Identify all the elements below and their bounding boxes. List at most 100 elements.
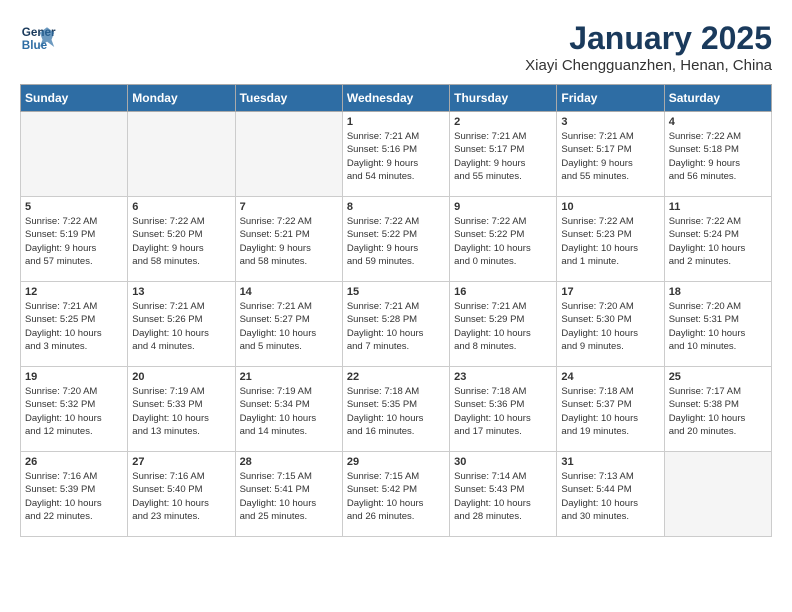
- day-info: Sunrise: 7:22 AM Sunset: 5:18 PM Dayligh…: [669, 130, 767, 183]
- calendar-day-cell: 24 Sunrise: 7:18 AM Sunset: 5:37 PM Dayli…: [557, 367, 664, 452]
- day-info: Sunrise: 7:20 AM Sunset: 5:30 PM Dayligh…: [561, 300, 659, 353]
- day-info: Sunrise: 7:22 AM Sunset: 5:22 PM Dayligh…: [347, 215, 445, 268]
- day-info: Sunrise: 7:21 AM Sunset: 5:28 PM Dayligh…: [347, 300, 445, 353]
- day-number: 25: [669, 371, 767, 383]
- calendar-day-cell: 28 Sunrise: 7:15 AM Sunset: 5:41 PM Dayli…: [235, 452, 342, 537]
- day-number: 13: [132, 286, 230, 298]
- day-info: Sunrise: 7:14 AM Sunset: 5:43 PM Dayligh…: [454, 470, 552, 523]
- day-number: 15: [347, 286, 445, 298]
- calendar-day-cell: 17 Sunrise: 7:20 AM Sunset: 5:30 PM Dayli…: [557, 282, 664, 367]
- calendar-day-cell: 29 Sunrise: 7:15 AM Sunset: 5:42 PM Dayli…: [342, 452, 449, 537]
- calendar-day-cell: [128, 112, 235, 197]
- calendar-table: SundayMondayTuesdayWednesdayThursdayFrid…: [20, 84, 772, 537]
- day-info: Sunrise: 7:21 AM Sunset: 5:16 PM Dayligh…: [347, 130, 445, 183]
- calendar-day-cell: 16 Sunrise: 7:21 AM Sunset: 5:29 PM Dayli…: [450, 282, 557, 367]
- day-number: 4: [669, 116, 767, 128]
- logo-icon: General Blue: [20, 20, 56, 56]
- calendar-day-cell: 18Sunrise: 7:20 AM Sunset: 5:31 PM Dayli…: [664, 282, 771, 367]
- calendar-day-cell: 15 Sunrise: 7:21 AM Sunset: 5:28 PM Dayli…: [342, 282, 449, 367]
- day-number: 22: [347, 371, 445, 383]
- day-info: Sunrise: 7:22 AM Sunset: 5:21 PM Dayligh…: [240, 215, 338, 268]
- day-number: 14: [240, 286, 338, 298]
- day-number: 1: [347, 116, 445, 128]
- day-info: Sunrise: 7:18 AM Sunset: 5:36 PM Dayligh…: [454, 385, 552, 438]
- day-number: 17: [561, 286, 659, 298]
- weekday-header-cell: Wednesday: [342, 85, 449, 112]
- calendar-week-row: 19 Sunrise: 7:20 AM Sunset: 5:32 PM Dayli…: [21, 367, 772, 452]
- day-info: Sunrise: 7:22 AM Sunset: 5:20 PM Dayligh…: [132, 215, 230, 268]
- day-info: Sunrise: 7:20 AM Sunset: 5:32 PM Dayligh…: [25, 385, 123, 438]
- day-info: Sunrise: 7:19 AM Sunset: 5:34 PM Dayligh…: [240, 385, 338, 438]
- calendar-day-cell: 26 Sunrise: 7:16 AM Sunset: 5:39 PM Dayli…: [21, 452, 128, 537]
- calendar-day-cell: 21Sunrise: 7:19 AM Sunset: 5:34 PM Dayli…: [235, 367, 342, 452]
- weekday-header-cell: Tuesday: [235, 85, 342, 112]
- weekday-header-cell: Monday: [128, 85, 235, 112]
- day-info: Sunrise: 7:15 AM Sunset: 5:42 PM Dayligh…: [347, 470, 445, 523]
- day-info: Sunrise: 7:21 AM Sunset: 5:26 PM Dayligh…: [132, 300, 230, 353]
- calendar-day-cell: [235, 112, 342, 197]
- day-number: 30: [454, 456, 552, 468]
- title-block: January 2025 Xiayi Chengguanzhen, Henan,…: [525, 20, 772, 74]
- calendar-day-cell: 3Sunrise: 7:21 AM Sunset: 5:17 PM Daylig…: [557, 112, 664, 197]
- day-number: 29: [347, 456, 445, 468]
- weekday-header-cell: Thursday: [450, 85, 557, 112]
- calendar-day-cell: 30 Sunrise: 7:14 AM Sunset: 5:43 PM Dayli…: [450, 452, 557, 537]
- weekday-header-cell: Friday: [557, 85, 664, 112]
- calendar-week-row: 12Sunrise: 7:21 AM Sunset: 5:25 PM Dayli…: [21, 282, 772, 367]
- day-number: 28: [240, 456, 338, 468]
- day-number: 24: [561, 371, 659, 383]
- day-info: Sunrise: 7:16 AM Sunset: 5:39 PM Dayligh…: [25, 470, 123, 523]
- day-number: 23: [454, 371, 552, 383]
- calendar-day-cell: 9 Sunrise: 7:22 AM Sunset: 5:22 PM Daylig…: [450, 197, 557, 282]
- day-number: 7: [240, 201, 338, 213]
- calendar-day-cell: 20Sunrise: 7:19 AM Sunset: 5:33 PM Dayli…: [128, 367, 235, 452]
- calendar-day-cell: 27 Sunrise: 7:16 AM Sunset: 5:40 PM Dayli…: [128, 452, 235, 537]
- day-number: 8: [347, 201, 445, 213]
- calendar-day-cell: 4 Sunrise: 7:22 AM Sunset: 5:18 PM Daylig…: [664, 112, 771, 197]
- day-info: Sunrise: 7:22 AM Sunset: 5:24 PM Dayligh…: [669, 215, 767, 268]
- day-number: 10: [561, 201, 659, 213]
- calendar-day-cell: [21, 112, 128, 197]
- day-number: 26: [25, 456, 123, 468]
- day-number: 9: [454, 201, 552, 213]
- calendar-day-cell: 11 Sunrise: 7:22 AM Sunset: 5:24 PM Dayli…: [664, 197, 771, 282]
- day-info: Sunrise: 7:22 AM Sunset: 5:23 PM Dayligh…: [561, 215, 659, 268]
- day-info: Sunrise: 7:21 AM Sunset: 5:17 PM Dayligh…: [454, 130, 552, 183]
- calendar-day-cell: 25 Sunrise: 7:17 AM Sunset: 5:38 PM Dayli…: [664, 367, 771, 452]
- day-number: 11: [669, 201, 767, 213]
- day-number: 6: [132, 201, 230, 213]
- weekday-header-cell: Sunday: [21, 85, 128, 112]
- day-info: Sunrise: 7:16 AM Sunset: 5:40 PM Dayligh…: [132, 470, 230, 523]
- day-number: 5: [25, 201, 123, 213]
- calendar-day-cell: 1 Sunrise: 7:21 AM Sunset: 5:16 PM Daylig…: [342, 112, 449, 197]
- calendar-day-cell: 2 Sunrise: 7:21 AM Sunset: 5:17 PM Daylig…: [450, 112, 557, 197]
- day-number: 2: [454, 116, 552, 128]
- day-info: Sunrise: 7:22 AM Sunset: 5:19 PM Dayligh…: [25, 215, 123, 268]
- calendar-body: 1 Sunrise: 7:21 AM Sunset: 5:16 PM Daylig…: [21, 112, 772, 537]
- calendar-day-cell: 12Sunrise: 7:21 AM Sunset: 5:25 PM Dayli…: [21, 282, 128, 367]
- day-info: Sunrise: 7:21 AM Sunset: 5:29 PM Dayligh…: [454, 300, 552, 353]
- day-number: 31: [561, 456, 659, 468]
- calendar-title: January 2025: [525, 20, 772, 57]
- calendar-week-row: 5 Sunrise: 7:22 AM Sunset: 5:19 PM Daylig…: [21, 197, 772, 282]
- calendar-day-cell: 7 Sunrise: 7:22 AM Sunset: 5:21 PM Daylig…: [235, 197, 342, 282]
- day-number: 12: [25, 286, 123, 298]
- calendar-day-cell: 6 Sunrise: 7:22 AM Sunset: 5:20 PM Daylig…: [128, 197, 235, 282]
- calendar-day-cell: 8 Sunrise: 7:22 AM Sunset: 5:22 PM Daylig…: [342, 197, 449, 282]
- calendar-subtitle: Xiayi Chengguanzhen, Henan, China: [525, 57, 772, 74]
- calendar-day-cell: 19 Sunrise: 7:20 AM Sunset: 5:32 PM Dayli…: [21, 367, 128, 452]
- day-number: 16: [454, 286, 552, 298]
- day-info: Sunrise: 7:21 AM Sunset: 5:27 PM Dayligh…: [240, 300, 338, 353]
- calendar-day-cell: [664, 452, 771, 537]
- day-info: Sunrise: 7:18 AM Sunset: 5:37 PM Dayligh…: [561, 385, 659, 438]
- day-number: 27: [132, 456, 230, 468]
- day-info: Sunrise: 7:17 AM Sunset: 5:38 PM Dayligh…: [669, 385, 767, 438]
- day-info: Sunrise: 7:15 AM Sunset: 5:41 PM Dayligh…: [240, 470, 338, 523]
- day-number: 19: [25, 371, 123, 383]
- day-info: Sunrise: 7:22 AM Sunset: 5:22 PM Dayligh…: [454, 215, 552, 268]
- day-info: Sunrise: 7:13 AM Sunset: 5:44 PM Dayligh…: [561, 470, 659, 523]
- day-info: Sunrise: 7:21 AM Sunset: 5:17 PM Dayligh…: [561, 130, 659, 183]
- calendar-week-row: 1 Sunrise: 7:21 AM Sunset: 5:16 PM Daylig…: [21, 112, 772, 197]
- calendar-day-cell: 10 Sunrise: 7:22 AM Sunset: 5:23 PM Dayli…: [557, 197, 664, 282]
- day-info: Sunrise: 7:20 AM Sunset: 5:31 PM Dayligh…: [669, 300, 767, 353]
